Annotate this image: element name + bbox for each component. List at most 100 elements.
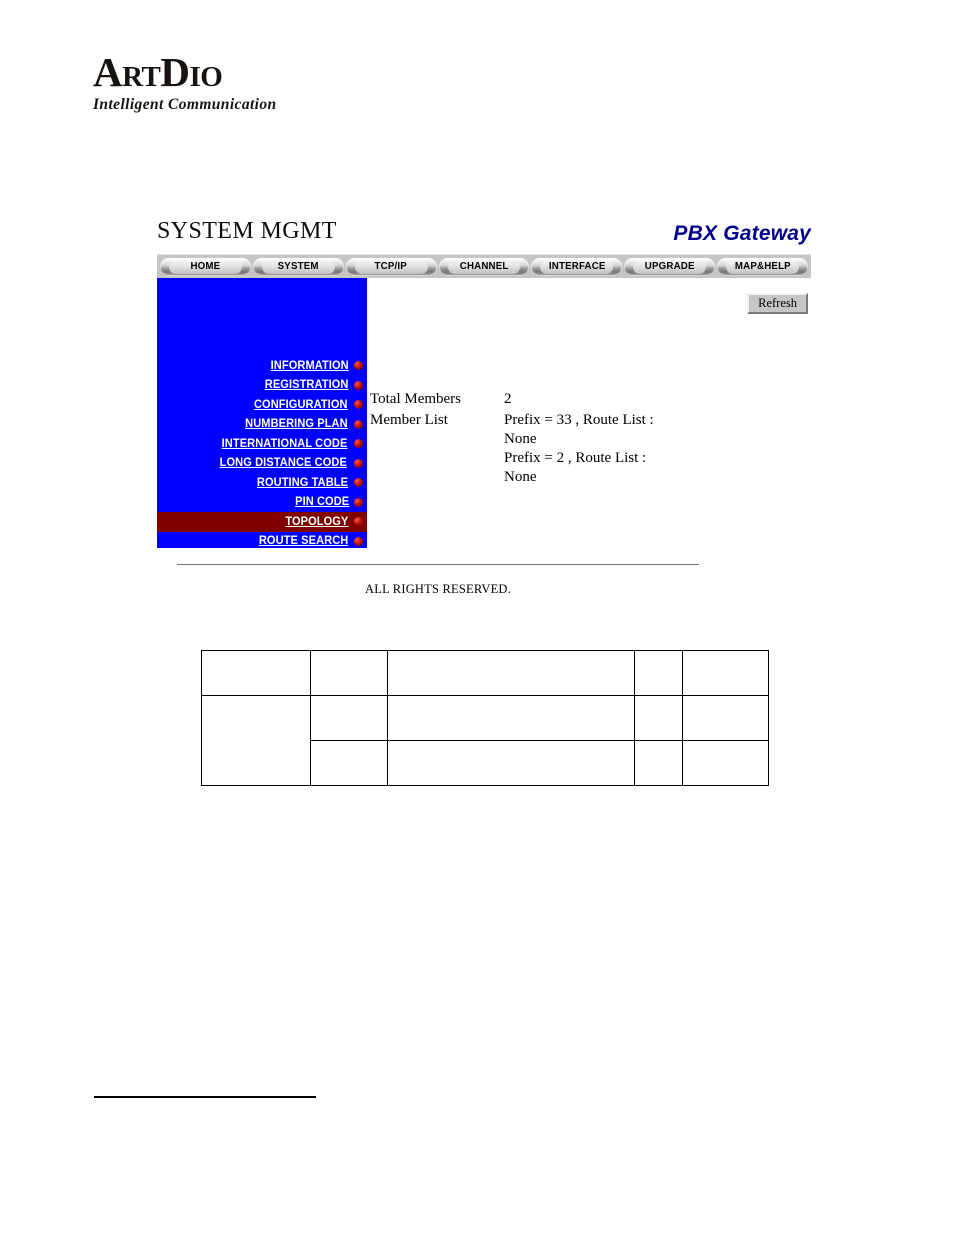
app-titlebar: SYSTEM MGMT PBX Gateway [157, 218, 811, 254]
member-entry-2-routes: None [504, 469, 537, 485]
sidebar-item-pin-code-label: PIN CODE [294, 496, 349, 509]
topology-info-block: Total Members 2 Member List Prefix = 33 … [370, 390, 811, 489]
nav-tab-interface-label: INTERFACE [548, 261, 606, 272]
page-title: SYSTEM MGMT [157, 218, 337, 244]
sidebar-item-route-search-label: ROUTE SEARCH [258, 535, 349, 548]
app-footer: ALL RIGHTS RESERVED. [157, 564, 811, 597]
nav-tab-map-and-help-face: MAP&HELP [726, 259, 800, 274]
nav-tab-tcpip-face: TCP/IP [354, 259, 428, 274]
table-cell [682, 650, 769, 696]
nav-tab-home-face: HOME [169, 259, 242, 274]
sidebar-item-configuration[interactable]: CONFIGURATION [157, 395, 367, 415]
refresh-button-container: Refresh [747, 293, 808, 315]
sidebar-menu: INFORMATION REGISTRATION CONFIGURATION N… [157, 356, 367, 551]
sidebar-item-topology-label: TOPOLOGY [285, 515, 349, 528]
sidebar-item-configuration-label: CONFIGURATION [254, 398, 349, 411]
total-members-value: 2 [504, 391, 512, 407]
sidebar-item-international-code-label: INTERNATIONAL CODE [221, 437, 348, 450]
nav-tab-home-label: HOME [190, 261, 221, 272]
member-list-row: Member List Prefix = 33 , Route List : N… [370, 411, 811, 487]
member-entry-2-prefix: Prefix = 2 , Route List : [504, 450, 647, 466]
brand-letter-a: A [93, 49, 123, 95]
nav-tab-home[interactable]: HOME [160, 257, 251, 276]
table-row [201, 650, 769, 696]
red-sphere-bullet-icon [354, 517, 363, 527]
total-members-row: Total Members 2 [370, 390, 811, 409]
sidebar-item-numbering-plan-label: NUMBERING PLAN [245, 418, 348, 431]
nav-tab-upgrade-face: UPGRADE [633, 259, 707, 274]
brand-letters-io: IO [189, 61, 223, 93]
footnote-separator [94, 1096, 316, 1098]
table-cell [682, 740, 769, 786]
sidebar-item-international-code[interactable]: INTERNATIONAL CODE [157, 434, 367, 454]
table-cell [682, 695, 769, 741]
red-sphere-bullet-icon [354, 458, 363, 468]
table-row [201, 695, 769, 786]
nav-tab-upgrade[interactable]: UPGRADE [624, 257, 716, 276]
nav-tab-interface-face: INTERFACE [540, 259, 614, 274]
footer-divider [177, 564, 699, 565]
refresh-button[interactable]: Refresh [747, 293, 808, 315]
table-cell [310, 740, 388, 786]
red-sphere-bullet-icon [354, 478, 363, 488]
member-list-values: Prefix = 33 , Route List : None Prefix =… [504, 411, 654, 487]
sidebar-item-information-label: INFORMATION [270, 359, 349, 372]
red-sphere-bullet-icon [354, 439, 363, 449]
blank-table-body [201, 650, 769, 786]
nav-tab-tcpip[interactable]: TCP/IP [345, 257, 437, 276]
sidebar-item-registration-label: REGISTRATION [264, 379, 349, 392]
nav-tab-map-and-help[interactable]: MAP&HELP [717, 257, 809, 276]
total-members-label: Total Members [370, 391, 462, 407]
main-navigation-bar: HOME SYSTEM TCP/IP CHANNEL INTERFACE UPG [157, 254, 811, 278]
app-body: INFORMATION REGISTRATION CONFIGURATION N… [157, 278, 811, 550]
table-cell [387, 740, 635, 786]
nav-tab-system[interactable]: SYSTEM [252, 257, 344, 276]
sidebar: INFORMATION REGISTRATION CONFIGURATION N… [157, 278, 367, 548]
copyright-text: ALL RIGHTS RESERVED. [365, 582, 511, 596]
sidebar-item-topology[interactable]: TOPOLOGY [157, 512, 367, 532]
brand-letters-rt: RT [122, 61, 161, 93]
nav-tab-system-face: SYSTEM [261, 259, 335, 274]
sidebar-item-routing-table-label: ROUTING TABLE [256, 476, 349, 489]
sidebar-item-long-distance-code-label: LONG DISTANCE CODE [220, 457, 348, 470]
red-sphere-bullet-icon [354, 419, 363, 429]
red-sphere-bullet-icon [354, 497, 363, 507]
nav-tab-channel-face: CHANNEL [447, 259, 521, 274]
brand-wordmark: ARTDIO [93, 52, 393, 93]
nav-tab-tcpip-label: TCP/IP [374, 261, 408, 272]
sidebar-item-information[interactable]: INFORMATION [157, 356, 367, 376]
main-content: Refresh Total Members 2 Member List Pref… [370, 278, 811, 548]
table-cell-merged [201, 695, 311, 786]
sidebar-item-pin-code[interactable]: PIN CODE [157, 493, 367, 513]
sidebar-item-numbering-plan[interactable]: NUMBERING PLAN [157, 415, 367, 435]
product-name: PBX Gateway [673, 222, 811, 245]
table-cell [387, 650, 635, 696]
brand-letter-d: D [160, 49, 190, 95]
nav-tab-system-label: SYSTEM [277, 261, 319, 272]
member-list-label: Member List [370, 412, 448, 428]
red-sphere-bullet-icon [354, 361, 363, 371]
pbx-gateway-admin-screenshot: SYSTEM MGMT PBX Gateway HOME SYSTEM TCP/… [157, 218, 811, 597]
artdio-logo: ARTDIO Intelligent Communication [93, 52, 393, 132]
nav-tab-channel-label: CHANNEL [459, 261, 509, 272]
table-cell [201, 650, 311, 696]
nav-tab-upgrade-label: UPGRADE [644, 261, 695, 272]
table-cell [634, 650, 683, 696]
blank-data-table [201, 650, 769, 786]
sidebar-item-routing-table[interactable]: ROUTING TABLE [157, 473, 367, 493]
red-sphere-bullet-icon [354, 536, 363, 546]
sidebar-item-long-distance-code[interactable]: LONG DISTANCE CODE [157, 454, 367, 474]
table-cell [310, 695, 388, 741]
red-sphere-bullet-icon [354, 400, 363, 410]
brand-tagline: Intelligent Communication [93, 96, 277, 113]
table-cell [634, 740, 683, 786]
table-cell [634, 695, 683, 741]
member-entry-1-routes: None [504, 431, 537, 447]
sidebar-item-registration[interactable]: REGISTRATION [157, 376, 367, 396]
nav-tab-channel[interactable]: CHANNEL [438, 257, 530, 276]
table-cell [310, 650, 388, 696]
nav-tab-interface[interactable]: INTERFACE [531, 257, 623, 276]
nav-tab-map-and-help-label: MAP&HELP [734, 261, 791, 272]
sidebar-item-route-search[interactable]: ROUTE SEARCH [157, 532, 367, 552]
table-cell [387, 695, 635, 741]
